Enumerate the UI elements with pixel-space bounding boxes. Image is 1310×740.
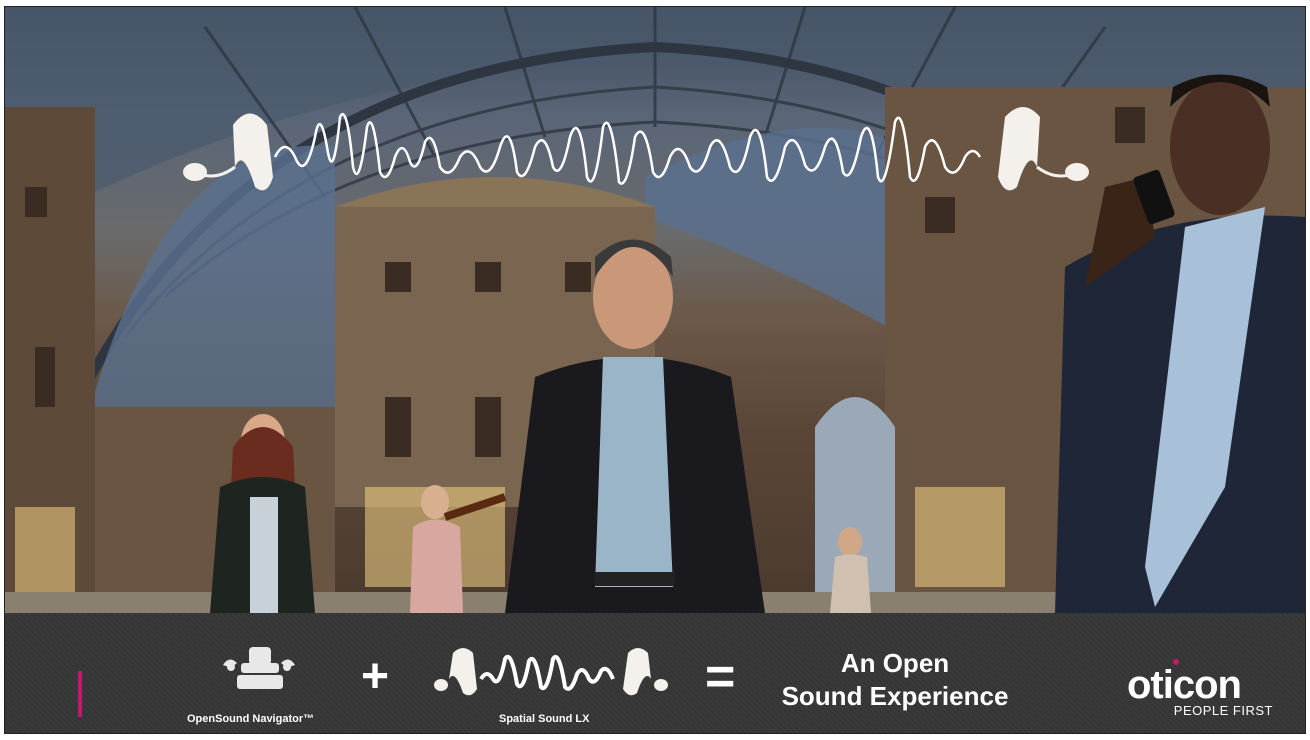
result-line-1: An Open — [840, 648, 950, 678]
slide: OpenSound Navigator™ + Spatial Sound LX … — [4, 6, 1306, 734]
opensound-navigator-label: OpenSound Navigator™ — [187, 713, 315, 725]
hearing-aid-wave-icon — [434, 648, 668, 696]
galleria-crowd-photo-icon — [5, 7, 1305, 613]
brain-processor-icon — [223, 647, 295, 689]
spatial-sound-label: Spatial Sound LX — [499, 713, 590, 725]
accent-marker — [78, 671, 82, 717]
logo-dot — [1173, 659, 1179, 665]
oticon-logo: oticon PEOPLE FIRST — [1127, 659, 1277, 718]
brand-name: oticon — [1127, 663, 1242, 707]
plus-sign: + — [361, 650, 390, 703]
footer-bar: OpenSound Navigator™ + Spatial Sound LX … — [5, 613, 1305, 733]
equals-sign: = — [705, 648, 736, 706]
result-text: An Open Sound Experience — [765, 647, 1025, 713]
result-line-2: Sound Experience — [781, 681, 1009, 711]
galleria-photo — [5, 7, 1305, 613]
